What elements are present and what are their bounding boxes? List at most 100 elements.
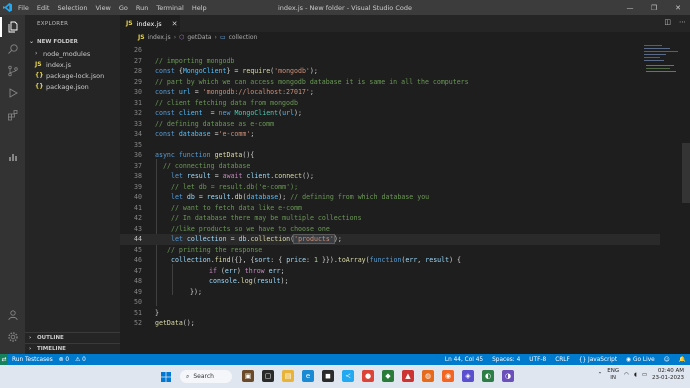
- close-window-button[interactable]: ✕: [666, 0, 690, 15]
- title-bar: File Edit Selection View Go Run Terminal…: [0, 0, 690, 15]
- chrome-icon[interactable]: ●: [362, 370, 374, 382]
- lang-secondary: IN: [610, 375, 617, 381]
- app-icon[interactable]: ◉: [442, 370, 454, 382]
- wifi-icon[interactable]: ◠: [624, 372, 629, 378]
- vscode-logo-icon: [0, 0, 14, 15]
- timeline-section[interactable]: › TIMELINE: [25, 343, 120, 354]
- warnings-indicator[interactable]: ⚠ 0: [75, 357, 86, 363]
- line-number: 42: [134, 214, 142, 222]
- breadcrumb-variable[interactable]: collection: [229, 34, 258, 41]
- language-indicator[interactable]: ENG IN: [607, 368, 619, 382]
- code-text: let collection = db.collection('products…: [171, 234, 342, 244]
- menu-view[interactable]: View: [91, 4, 114, 12]
- files-icon[interactable]: [0, 17, 25, 37]
- microsoft-store-icon[interactable]: ◼: [322, 370, 334, 382]
- errors-indicator[interactable]: ⊗ 0: [59, 357, 69, 363]
- line-number: 45: [134, 245, 142, 254]
- go-live-button[interactable]: ◉ Go Live: [626, 357, 655, 363]
- code-text: let db = result.db(database); // definin…: [171, 193, 430, 201]
- notifications-bell-icon[interactable]: 🔔: [679, 357, 686, 363]
- chevron-down-icon: ⌄: [29, 38, 35, 45]
- remote-icon[interactable]: ⇄: [0, 354, 8, 365]
- settings-gear-icon[interactable]: [0, 327, 25, 347]
- code-text: const database ='e-comm';: [155, 130, 255, 138]
- app-icon[interactable]: ◑: [502, 370, 514, 382]
- json-icon: {}: [35, 83, 44, 90]
- broadcast-icon: ◉: [626, 356, 634, 363]
- folder-header[interactable]: ⌄ NEW FOLDER: [25, 36, 120, 47]
- account-icon[interactable]: [0, 305, 25, 325]
- app-icon[interactable]: ◈: [462, 370, 474, 382]
- code-line: 26: [120, 45, 660, 56]
- menu-help[interactable]: Help: [188, 4, 211, 12]
- run-debug-icon[interactable]: [0, 83, 25, 103]
- menu-selection[interactable]: Selection: [53, 4, 91, 12]
- language-mode[interactable]: {} JavaScript: [579, 357, 617, 363]
- line-number: 34: [134, 130, 142, 138]
- firefox-icon[interactable]: ◍: [422, 370, 434, 382]
- code-text: // In database there may be multiple col…: [171, 214, 362, 222]
- vscode-taskbar-icon[interactable]: ≺: [342, 370, 354, 382]
- line-number: 43: [134, 224, 142, 233]
- widgets-icon[interactable]: ▣: [242, 370, 254, 382]
- json-icon: {}: [35, 72, 44, 79]
- minimize-button[interactable]: —: [618, 0, 642, 15]
- search-icon[interactable]: [0, 39, 25, 59]
- window-controls: — ❐ ✕: [618, 0, 690, 15]
- tree-item-package-lock-json[interactable]: {} package-lock.json: [25, 70, 120, 81]
- encoding[interactable]: UTF-8: [529, 357, 546, 363]
- line-number: 35: [134, 140, 142, 149]
- tab-index-js[interactable]: JS index.js ✕: [120, 15, 180, 32]
- line-number: 39: [134, 182, 142, 191]
- minimap[interactable]: [642, 43, 682, 103]
- app-icon[interactable]: ◆: [382, 370, 394, 382]
- code-line: 31 // client fetching data from mongodb: [120, 98, 660, 109]
- breadcrumb-function[interactable]: getData: [187, 34, 211, 41]
- menu-file[interactable]: File: [14, 4, 33, 12]
- chevron-right-icon: ›: [214, 34, 217, 41]
- battery-icon[interactable]: ▭: [642, 372, 647, 378]
- tree-item-label: node_modules: [43, 49, 91, 58]
- line-ending[interactable]: CRLF: [555, 357, 570, 363]
- menu-run[interactable]: Run: [132, 4, 152, 12]
- editor-scrollbar[interactable]: [682, 143, 690, 203]
- restore-button[interactable]: ❐: [642, 0, 666, 15]
- code-editor[interactable]: 26 27 // importing mongodb 28 const {Mongo…: [120, 43, 690, 354]
- menu-terminal[interactable]: Terminal: [152, 4, 187, 12]
- file-explorer-icon[interactable]: ▤: [282, 370, 294, 382]
- source-control-icon[interactable]: [0, 61, 25, 81]
- outline-section[interactable]: › OUTLINE: [25, 332, 120, 343]
- breadcrumb-file[interactable]: index.js: [148, 34, 171, 41]
- more-actions-icon[interactable]: ⋯: [679, 18, 686, 26]
- clock[interactable]: 02:40 AM 23-01-2023: [652, 368, 684, 382]
- menu-edit[interactable]: Edit: [33, 4, 54, 12]
- cursor-position[interactable]: Ln 44, Col 45: [445, 357, 483, 363]
- tree-item-package-json[interactable]: {} package.json: [25, 81, 120, 92]
- windows-start-icon[interactable]: [160, 371, 171, 382]
- app-icon[interactable]: ◐: [482, 370, 494, 382]
- run-testcases-button[interactable]: Run Testcases: [12, 357, 53, 363]
- line-number: 40: [134, 193, 142, 201]
- task-view-icon[interactable]: ▢: [262, 370, 274, 382]
- chevron-up-icon[interactable]: ⌃: [598, 372, 603, 378]
- tree-item-node-modules[interactable]: › node_modules: [25, 48, 120, 59]
- tree-item-index-js[interactable]: JS index.js: [25, 59, 120, 70]
- edge-browser-icon[interactable]: e: [302, 370, 314, 382]
- charts-icon[interactable]: [0, 147, 25, 167]
- split-editor-icon[interactable]: ◫: [664, 18, 671, 26]
- volume-icon[interactable]: ◖: [634, 372, 637, 378]
- code-line: 39 // let db = result.db('e-comm');: [120, 182, 660, 193]
- indentation[interactable]: Spaces: 4: [492, 357, 520, 363]
- code-line: 32 const client = new MongoClient(url);: [120, 108, 660, 119]
- line-number: 32: [134, 109, 142, 117]
- feedback-icon[interactable]: ☺: [664, 357, 670, 363]
- taskbar-search[interactable]: ⌕ Search: [180, 370, 232, 383]
- code-line: 37 // connecting database: [120, 161, 660, 172]
- menu-go[interactable]: Go: [115, 4, 132, 12]
- app-icon[interactable]: ▲: [402, 370, 414, 382]
- clock-time: 02:40 AM: [657, 368, 684, 374]
- close-icon[interactable]: ✕: [172, 20, 178, 28]
- code-line: 35: [120, 140, 660, 151]
- code-line: 49});: [120, 287, 660, 298]
- extensions-icon[interactable]: [0, 105, 25, 125]
